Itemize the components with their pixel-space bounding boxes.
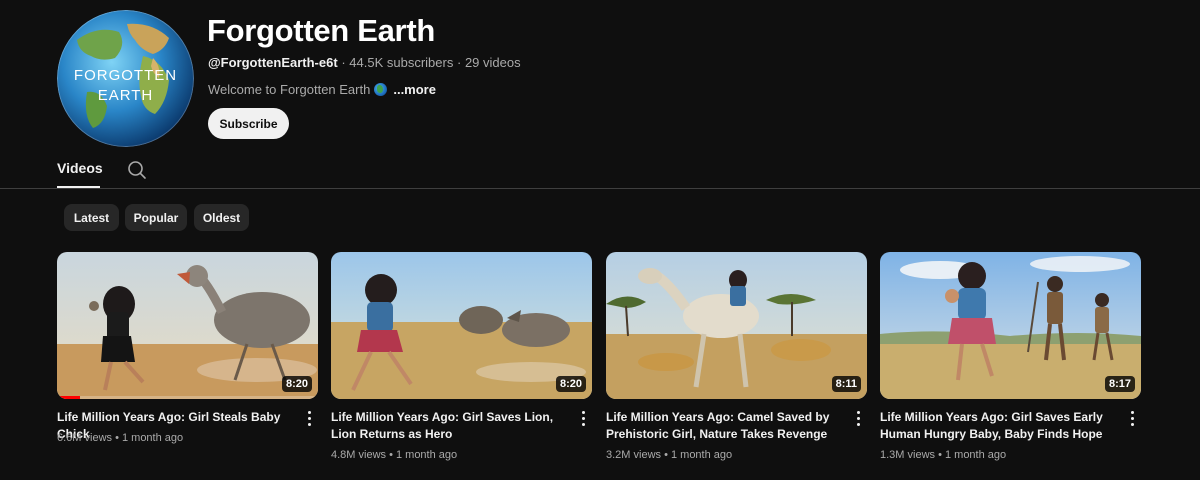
- video-card[interactable]: 8:11 Life Million Years Ago: Camel Saved…: [606, 252, 867, 461]
- more-vert-icon[interactable]: [306, 411, 312, 427]
- channel-meta: @ForgottenEarth-e6t · 44.5K subscribers …: [208, 55, 521, 70]
- video-thumbnail[interactable]: 8:11: [606, 252, 867, 399]
- video-card[interactable]: 8:17 Life Million Years Ago: Girl Saves …: [880, 252, 1141, 461]
- channel-handle: @ForgottenEarth-e6t: [208, 55, 338, 70]
- globe-icon: [374, 83, 388, 96]
- filter-chip-popular[interactable]: Popular: [125, 204, 187, 231]
- watch-progress-bar: [57, 396, 81, 399]
- video-thumbnail[interactable]: 8:17: [880, 252, 1141, 399]
- more-vert-icon[interactable]: [580, 411, 586, 427]
- video-title[interactable]: Life Million Years Ago: Camel Saved by P…: [606, 409, 842, 443]
- channel-name: Forgotten Earth: [207, 13, 435, 48]
- video-duration: 8:17: [1104, 376, 1135, 392]
- video-views: 6.6M views • 1 month ago: [57, 432, 184, 444]
- watch-progress-track: [57, 396, 318, 399]
- meta-separator-2: ·: [456, 55, 462, 70]
- video-duration: 8:11: [831, 376, 861, 392]
- subscriber-count: 44.5K subscribers: [349, 55, 454, 70]
- video-views: 4.8M views • 1 month ago: [331, 449, 458, 461]
- video-card[interactable]: 8:20 Life Million Years Ago: Girl Steals…: [57, 252, 318, 444]
- video-views: 1.3M views • 1 month ago: [880, 449, 1007, 461]
- video-views: 3.2M views • 1 month ago: [606, 449, 733, 461]
- avatar-logo-text: FORGOTTEN: [74, 67, 177, 84]
- video-thumbnail[interactable]: 8:20: [57, 252, 318, 399]
- filter-chip-oldest[interactable]: Oldest: [194, 204, 249, 231]
- more-vert-icon[interactable]: [1129, 411, 1135, 427]
- meta-separator: ·: [341, 55, 346, 70]
- video-duration: 8:20: [281, 376, 312, 392]
- channel-avatar[interactable]: FORGOTTEN EARTH: [57, 10, 194, 147]
- filter-chip-latest[interactable]: Latest: [64, 204, 119, 231]
- avatar-logo-text-2: EARTH: [98, 87, 154, 104]
- subscribe-button[interactable]: Subscribe: [208, 108, 289, 139]
- tabs-divider: [0, 188, 1200, 189]
- video-title[interactable]: Life Million Years Ago: Girl Saves Lion,…: [331, 409, 567, 443]
- channel-description[interactable]: Welcome to Forgotten Earth ...more: [208, 82, 436, 97]
- video-duration: 8:20: [555, 376, 586, 392]
- more-link[interactable]: ...more: [393, 82, 436, 97]
- video-count: 29 videos: [464, 55, 521, 70]
- video-title[interactable]: Life Million Years Ago: Girl Saves Early…: [880, 409, 1116, 443]
- search-icon[interactable]: [127, 160, 147, 180]
- description-text: Welcome to Forgotten Earth: [208, 82, 371, 97]
- more-vert-icon[interactable]: [855, 411, 861, 427]
- video-thumbnail[interactable]: 8:20: [331, 252, 592, 399]
- video-card[interactable]: 8:20 Life Million Years Ago: Girl Saves …: [331, 252, 592, 461]
- tab-videos[interactable]: Videos: [57, 160, 103, 176]
